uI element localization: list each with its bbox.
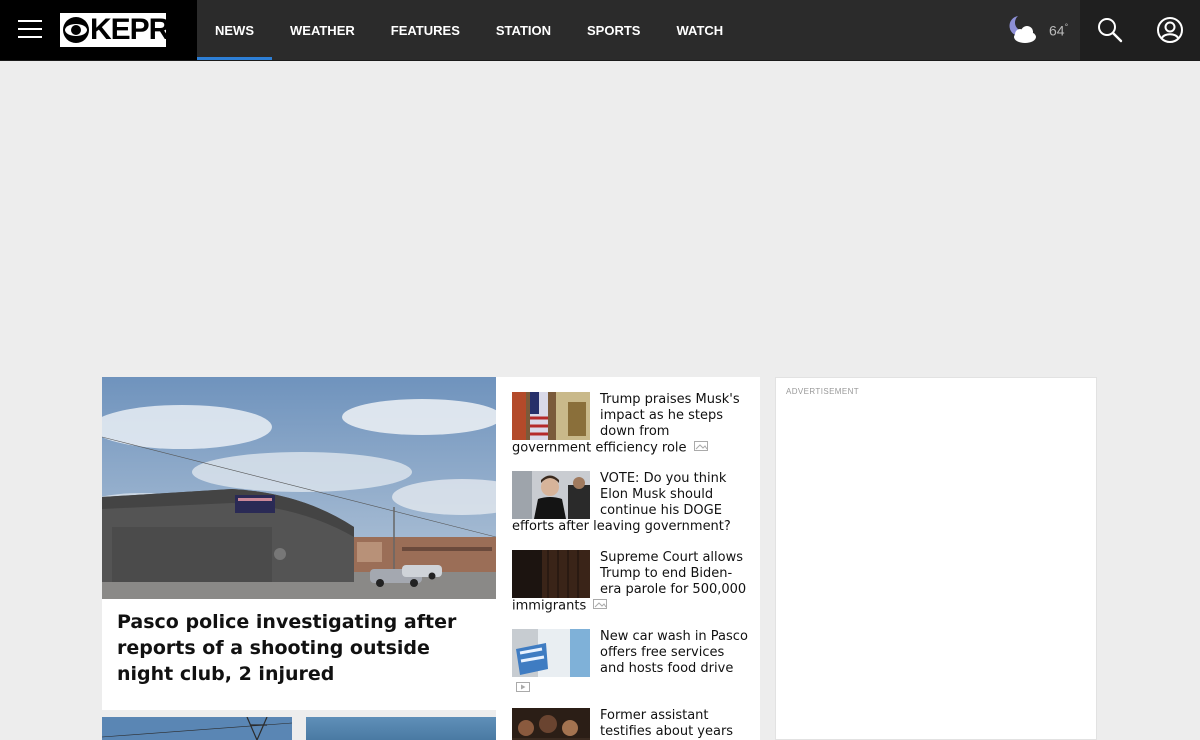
- logo-text: KEPR: [90, 13, 170, 46]
- partly-cloudy-night-icon: [1005, 13, 1041, 47]
- story-thumbnail[interactable]: [512, 550, 590, 598]
- temperature-readout: 64°: [1049, 21, 1069, 39]
- main-nav: NEWS WEATHER FEATURES STATION SPORTS WAT…: [197, 0, 741, 60]
- list-item[interactable]: Trump praises Musk's impact as he steps …: [512, 392, 748, 457]
- nav-item-station[interactable]: STATION: [478, 0, 569, 60]
- story-thumbnail[interactable]: [512, 708, 590, 740]
- story-thumbnail[interactable]: [512, 629, 590, 677]
- story-thumbnail[interactable]: [512, 392, 590, 440]
- list-item[interactable]: New car wash in Pasco offers free servic…: [512, 629, 748, 698]
- lead-story-card[interactable]: Pasco police investigating after reports…: [102, 377, 496, 710]
- cbs-eye-icon: [63, 17, 89, 43]
- gallery-icon: [693, 440, 708, 456]
- story-thumbnail[interactable]: [102, 717, 292, 740]
- nav-item-sports[interactable]: SPORTS: [569, 0, 658, 60]
- story-thumbnail[interactable]: [512, 471, 590, 519]
- account-icon[interactable]: [1156, 16, 1184, 44]
- ad-label: ADVERTISEMENT: [786, 387, 860, 396]
- menu-icon[interactable]: [18, 20, 42, 40]
- weather-widget[interactable]: 64°: [1005, 12, 1068, 48]
- nav-item-features[interactable]: FEATURES: [373, 0, 478, 60]
- list-item[interactable]: Former assistant testifies about years o…: [512, 708, 748, 740]
- site-logo[interactable]: KEPR: [60, 13, 170, 47]
- advertisement-panel: ADVERTISEMENT: [775, 377, 1097, 740]
- nav-item-news[interactable]: NEWS: [197, 0, 272, 60]
- search-icon[interactable]: [1096, 16, 1124, 44]
- story-thumbnail[interactable]: [306, 717, 496, 740]
- nav-item-watch[interactable]: WATCH: [658, 0, 741, 60]
- nav-item-weather[interactable]: WEATHER: [272, 0, 373, 60]
- video-icon: [516, 681, 530, 697]
- story-headline[interactable]: New car wash in Pasco offers free servic…: [600, 629, 748, 676]
- lead-story-headline[interactable]: Pasco police investigating after reports…: [117, 609, 487, 687]
- gallery-icon: [593, 598, 608, 614]
- list-item[interactable]: Supreme Court allows Trump to end Biden-…: [512, 550, 748, 615]
- lead-story-image[interactable]: [102, 377, 496, 599]
- story-list: Trump praises Musk's impact as he steps …: [496, 377, 760, 740]
- site-header: KEPR NEWS WEATHER FEATURES STATION SPORT…: [0, 0, 1200, 61]
- story-headline[interactable]: Former assistant testifies about years o…: [600, 708, 733, 740]
- list-item[interactable]: VOTE: Do you think Elon Musk should cont…: [512, 471, 748, 535]
